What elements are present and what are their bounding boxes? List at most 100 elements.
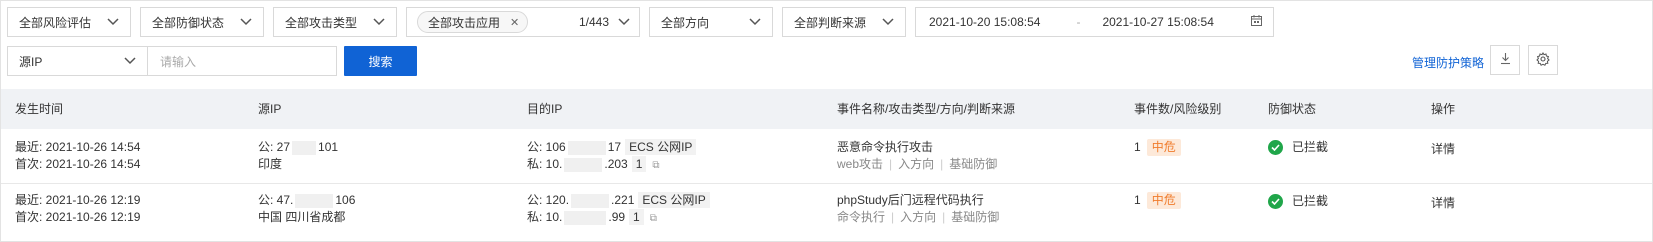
attack-app-count: 1/443 <box>578 15 609 29</box>
source-filter-value: 全部判断来源 <box>794 15 867 30</box>
event-cell: phpStudy后门远程代码执行 命令执行 | 入方向 | 基础防御 <box>837 193 1000 224</box>
defense-status-cell: 已拦截 <box>1268 193 1328 210</box>
chevron-down-icon <box>748 15 762 29</box>
attack-type: web攻击 <box>837 157 884 171</box>
instance-count-badge: 1 <box>631 156 647 172</box>
date-start[interactable]: 2021-10-20 15:08:54 <box>929 15 1040 29</box>
table-row: 最近: 2021-10-26 14:54 首次: 2021-10-26 14:5… <box>1 130 1652 184</box>
risk-filter-value: 全部风险评估 <box>19 15 92 30</box>
event-count: 1 <box>1134 140 1141 154</box>
download-icon <box>1499 52 1512 68</box>
instance-count-badge: 1 <box>629 209 644 225</box>
search-button[interactable]: 搜索 <box>344 46 417 76</box>
check-circle-icon <box>1268 194 1283 209</box>
source-public-ip-suffix: 101 <box>318 140 339 154</box>
count-risk-cell: 1 中危 <box>1134 192 1181 209</box>
attack-type-filter-value: 全部攻击类型 <box>285 15 358 30</box>
source-location: 印度 <box>258 157 283 171</box>
source-public-ip-suffix: 106 <box>335 193 356 207</box>
first-time: 首次: 2021-10-26 12:19 <box>15 210 141 224</box>
time-cell: 最近: 2021-10-26 12:19 首次: 2021-10-26 12:1… <box>15 192 140 226</box>
masked-ip-segment <box>564 157 603 172</box>
column-header-source-ip: 源IP <box>258 102 282 116</box>
defense-status: 已拦截 <box>1292 140 1329 154</box>
masked-ip-segment <box>295 193 334 208</box>
risk-filter-select[interactable]: 全部风险评估 <box>7 7 131 37</box>
first-time: 首次: 2021-10-26 14:54 <box>15 157 141 171</box>
dest-private-ip-suffix: .99 <box>608 210 626 224</box>
risk-level-badge: 中危 <box>1146 192 1181 209</box>
source-public-ip-prefix: 公: 27 <box>258 140 291 154</box>
details-link[interactable]: 详情 <box>1431 195 1455 212</box>
attack-type-filter-select[interactable]: 全部攻击类型 <box>273 7 397 37</box>
source-ip-cell: 公: 47. 106 中国 四川省成都 <box>258 192 355 226</box>
dest-public-ip-suffix: 17 <box>607 140 622 154</box>
details-link[interactable]: 详情 <box>1431 141 1455 158</box>
chevron-down-icon <box>123 54 137 68</box>
masked-ip-segment <box>571 193 610 208</box>
chevron-down-icon <box>239 15 253 29</box>
gear-icon <box>1536 51 1550 69</box>
column-header-time: 发生时间 <box>15 102 64 116</box>
event-name: phpStudy后门远程代码执行 <box>837 193 984 207</box>
latest-time: 最近: 2021-10-26 12:19 <box>15 193 141 207</box>
defense-filter-value: 全部防御状态 <box>152 15 225 30</box>
settings-button[interactable] <box>1528 45 1558 75</box>
dest-ip-cell: 公: 120. .221 ECS 公网IP 私: 10. .99 1 ⧉ <box>527 192 710 227</box>
column-header-defense-status: 防御状态 <box>1268 102 1317 116</box>
dest-public-ip-prefix: 公: 120. <box>527 193 570 207</box>
search-input[interactable]: 请输入 <box>147 46 337 76</box>
column-header-event: 事件名称/攻击类型/方向/判断来源 <box>837 102 1016 116</box>
close-icon[interactable]: ✕ <box>510 16 519 29</box>
ecs-public-ip-badge: ECS 公网IP <box>638 192 710 208</box>
table-header: 发生时间 源IP 目的IP 事件名称/攻击类型/方向/判断来源 事件数/风险级别… <box>1 89 1652 129</box>
dest-private-ip-prefix: 私: 10. <box>527 210 563 224</box>
search-placeholder: 请输入 <box>160 54 197 69</box>
defense-filter-select[interactable]: 全部防御状态 <box>140 7 264 37</box>
count-risk-cell: 1 中危 <box>1134 139 1181 156</box>
attack-app-filter-select[interactable]: 全部攻击应用 ✕ 1/443 <box>406 7 640 37</box>
event-cell: 恶意命令执行攻击 web攻击 | 入方向 | 基础防御 <box>837 140 998 171</box>
direction: 入方向 <box>898 157 935 171</box>
download-button[interactable] <box>1490 45 1520 75</box>
date-separator: - <box>1076 15 1081 29</box>
copy-icon[interactable]: ⧉ <box>650 213 657 224</box>
event-count: 1 <box>1134 193 1141 207</box>
masked-ip-segment <box>292 140 317 155</box>
direction-filter-value: 全部方向 <box>661 15 710 30</box>
chevron-down-icon <box>881 15 895 29</box>
source-public-ip-prefix: 公: 47. <box>258 193 294 207</box>
attack-type: 命令执行 <box>837 210 886 224</box>
source-filter-select[interactable]: 全部判断来源 <box>782 7 906 37</box>
dest-public-ip-suffix: .221 <box>611 193 635 207</box>
ecs-public-ip-badge: ECS 公网IP <box>625 139 697 155</box>
chevron-down-icon <box>372 15 386 29</box>
direction-filter-select[interactable]: 全部方向 <box>649 7 773 37</box>
masked-ip-segment <box>567 140 606 155</box>
defense-status-cell: 已拦截 <box>1268 139 1328 156</box>
chevron-down-icon <box>617 15 631 29</box>
column-header-dest-ip: 目的IP <box>527 102 563 116</box>
date-end[interactable]: 2021-10-27 15:08:54 <box>1102 15 1213 29</box>
calendar-icon[interactable] <box>1250 14 1263 30</box>
date-range-picker[interactable]: 2021-10-20 15:08:54 - 2021-10-27 15:08:5… <box>915 7 1274 37</box>
dest-private-ip-suffix: .203 <box>604 157 628 171</box>
copy-icon[interactable]: ⧉ <box>652 160 659 171</box>
risk-level-badge: 中危 <box>1146 139 1181 156</box>
column-header-actions: 操作 <box>1431 102 1456 116</box>
event-name: 恶意命令执行攻击 <box>837 140 934 154</box>
judge-source: 基础防御 <box>949 157 998 171</box>
direction: 入方向 <box>900 210 937 224</box>
attack-app-tag: 全部攻击应用 ✕ <box>417 11 529 33</box>
ip-type-select[interactable]: 源IP <box>7 46 148 76</box>
attack-app-tag-label: 全部攻击应用 <box>428 15 501 30</box>
column-header-count-risk: 事件数/风险级别 <box>1134 102 1222 116</box>
check-circle-icon <box>1268 140 1283 155</box>
ip-type-value: 源IP <box>19 54 43 69</box>
judge-source: 基础防御 <box>951 210 1000 224</box>
latest-time: 最近: 2021-10-26 14:54 <box>15 140 141 154</box>
dest-ip-cell: 公: 106 17 ECS 公网IP 私: 10. .203 1 ⧉ <box>527 139 697 174</box>
source-ip-cell: 公: 27 101 印度 <box>258 139 338 173</box>
manage-policy-link[interactable]: 管理防护策略 <box>1412 54 1484 71</box>
time-cell: 最近: 2021-10-26 14:54 首次: 2021-10-26 14:5… <box>15 139 140 173</box>
